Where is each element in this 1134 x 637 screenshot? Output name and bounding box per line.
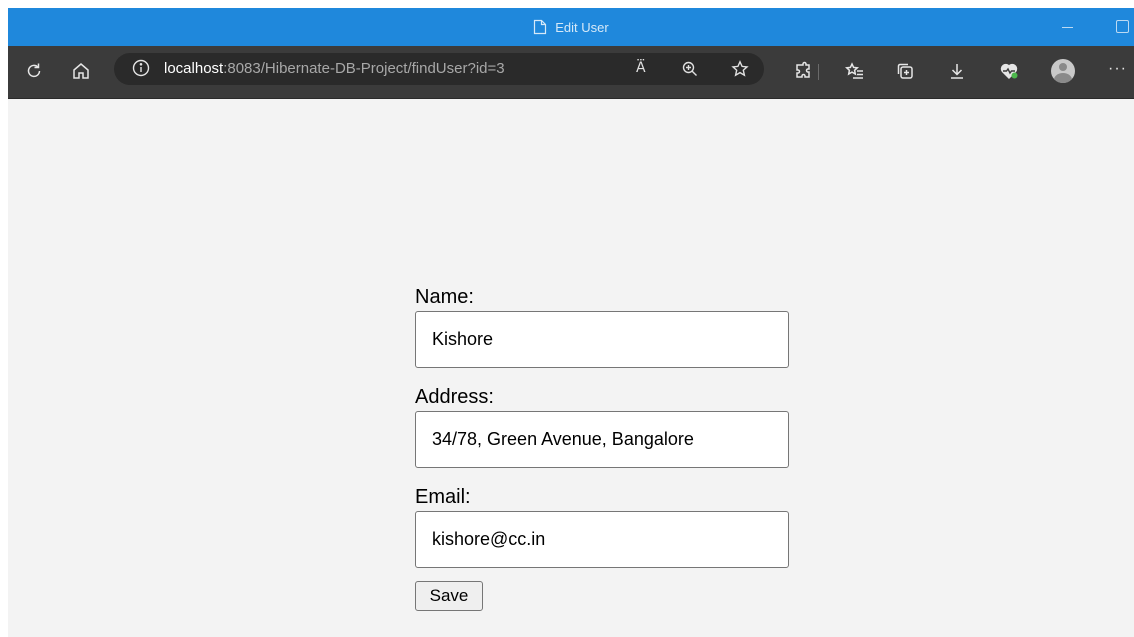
email-input[interactable]	[415, 511, 789, 568]
address-group: Address:	[415, 385, 795, 468]
favorites-list-icon[interactable]	[844, 60, 866, 82]
address-input[interactable]	[415, 411, 789, 468]
extensions-icon[interactable]	[792, 60, 814, 82]
edit-user-form: Name: Address: Email: Save	[415, 285, 795, 611]
health-icon[interactable]	[998, 60, 1020, 82]
toolbar-separator	[818, 64, 819, 80]
name-label: Name:	[415, 286, 474, 308]
home-icon[interactable]	[70, 60, 92, 82]
maximize-button[interactable]	[1116, 20, 1129, 33]
read-aloud-icon[interactable]: A⃛	[636, 59, 646, 76]
refresh-icon[interactable]	[23, 60, 45, 82]
name-input[interactable]	[415, 311, 789, 368]
profile-avatar[interactable]	[1051, 59, 1075, 83]
minimize-button[interactable]	[1062, 18, 1076, 36]
collections-icon[interactable]	[894, 60, 916, 82]
more-icon[interactable]: ···	[1108, 60, 1127, 78]
title-bar: Edit User	[8, 8, 1134, 46]
info-icon[interactable]	[132, 59, 152, 79]
address-bar[interactable]: localhost:8083/Hibernate-DB-Project/find…	[114, 53, 764, 85]
favorite-star-icon[interactable]	[730, 59, 750, 79]
url-host: localhost	[164, 60, 224, 77]
page-icon	[534, 19, 547, 35]
zoom-icon[interactable]	[680, 59, 700, 79]
save-button[interactable]: Save	[415, 581, 483, 611]
url-text[interactable]: localhost:8083/Hibernate-DB-Project/find…	[164, 60, 505, 77]
email-label: Email:	[415, 486, 471, 508]
browser-toolbar: localhost:8083/Hibernate-DB-Project/find…	[8, 46, 1134, 99]
email-group: Email:	[415, 485, 795, 568]
url-path: :8083/Hibernate-DB-Project/findUser?id=3	[223, 60, 505, 77]
name-group: Name:	[415, 285, 795, 368]
download-icon[interactable]	[946, 60, 968, 82]
address-label: Address:	[415, 386, 494, 408]
window-title: Edit User	[555, 19, 609, 35]
browser-window: Edit User localhost:8083/Hibernate-DB-Pr…	[8, 8, 1134, 637]
